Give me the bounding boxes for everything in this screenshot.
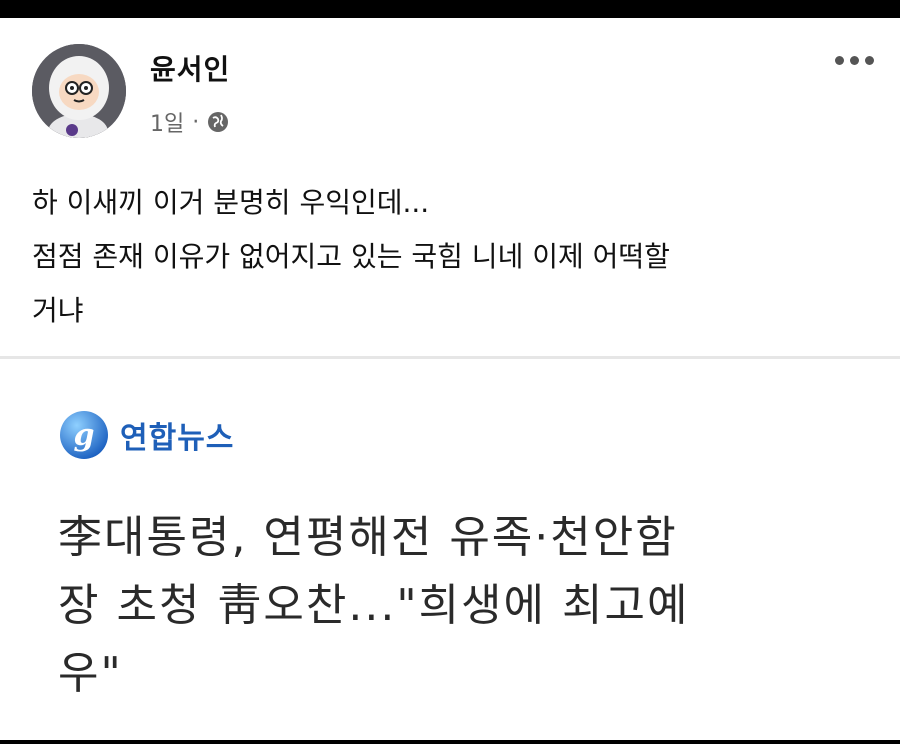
news-headline[interactable]: 李대통령, 연평해전 유족·천안함 장 초청 靑오찬..."희생에 최고예 우" <box>58 504 858 708</box>
post-text: 하 이새끼 이거 분명히 우익인데... 점점 존재 이유가 없어지고 있는 국… <box>32 176 872 338</box>
post-card: 윤서인 1일 · 하 이새끼 이거 분명히 우익인데... 점점 존재 이유가 … <box>0 18 900 740</box>
more-dot <box>850 56 859 65</box>
news-source: g 연합뉴스 <box>58 409 234 461</box>
author-name[interactable]: 윤서인 <box>150 48 230 88</box>
post-text-line: 거냐 <box>32 294 84 327</box>
globe-icon <box>208 112 229 132</box>
news-source-name: 연합뉴스 <box>120 421 235 456</box>
avatar-character-icon <box>32 44 126 138</box>
headline-line: 우" <box>58 648 123 699</box>
more-options-icon[interactable] <box>835 56 874 65</box>
headline-line: 장 초청 靑오찬..."희생에 최고예 <box>58 580 690 631</box>
more-dot <box>865 56 874 65</box>
svg-text:g: g <box>74 418 95 453</box>
avatar[interactable] <box>32 44 126 138</box>
screenshot-frame: 윤서인 1일 · 하 이새끼 이거 분명히 우익인데... 점점 존재 이유가 … <box>0 0 900 744</box>
post-time[interactable]: 1일 <box>150 106 184 138</box>
link-preview[interactable]: g 연합뉴스 李대통령, 연평해전 유족·천안함 장 초청 靑오찬..."희생에… <box>0 359 900 740</box>
meta-separator: · <box>192 109 200 135</box>
post-meta: 1일 · <box>150 106 229 138</box>
headline-line: 李대통령, 연평해전 유족·천안함 <box>58 512 678 563</box>
yonhap-logo-icon: g <box>60 411 108 459</box>
post-text-line: 하 이새끼 이거 분명히 우익인데... <box>32 186 430 219</box>
more-dot <box>835 56 844 65</box>
post-text-line: 점점 존재 이유가 없어지고 있는 국힘 니네 이제 어떡할 <box>32 240 670 273</box>
